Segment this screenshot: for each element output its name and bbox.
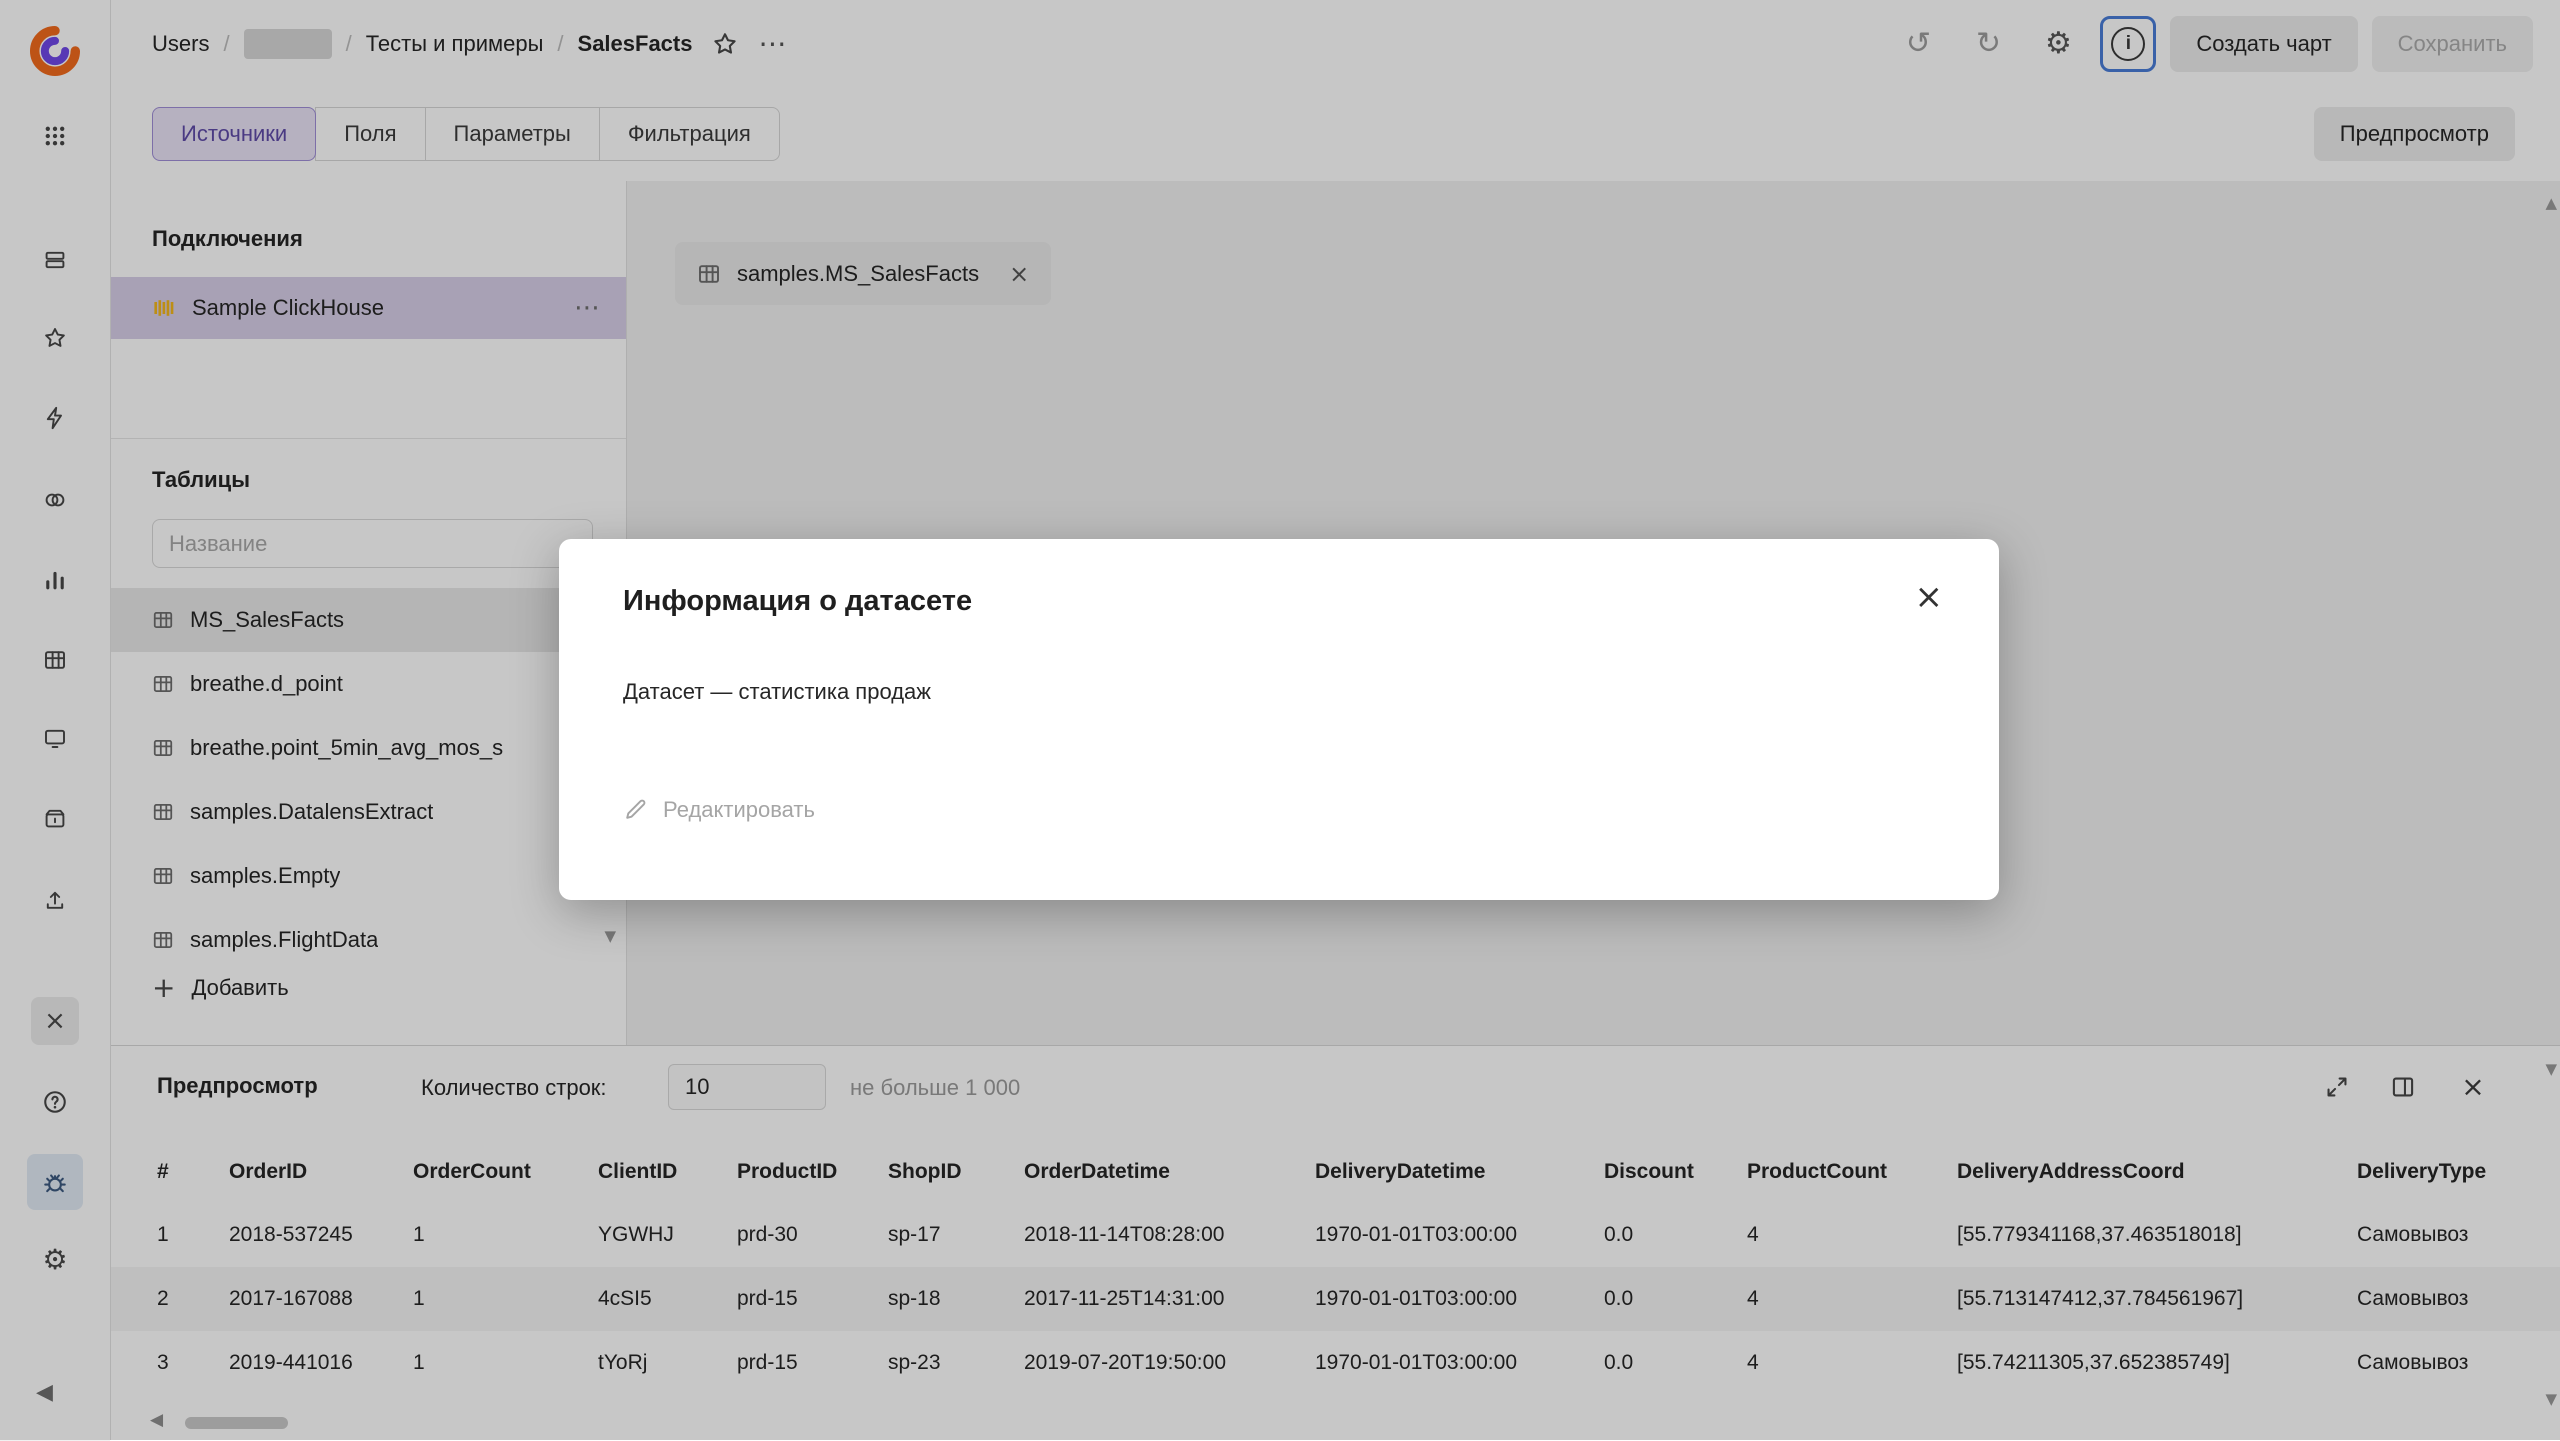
modal-title: Информация о датасете <box>623 585 972 618</box>
dataset-description: Датасет — статистика продаж <box>623 679 931 705</box>
page-stage: { "colors": { "accent_purple": "#5f4ba8"… <box>0 0 2560 1440</box>
dataset-info-modal: Информация о датасете × Датасет — статис… <box>559 539 1999 900</box>
modal-close-icon[interactable]: × <box>1909 579 1950 615</box>
edit-description-label: Редактировать <box>663 797 815 823</box>
edit-description-button[interactable]: Редактировать <box>623 797 815 823</box>
pencil-icon <box>623 798 647 822</box>
